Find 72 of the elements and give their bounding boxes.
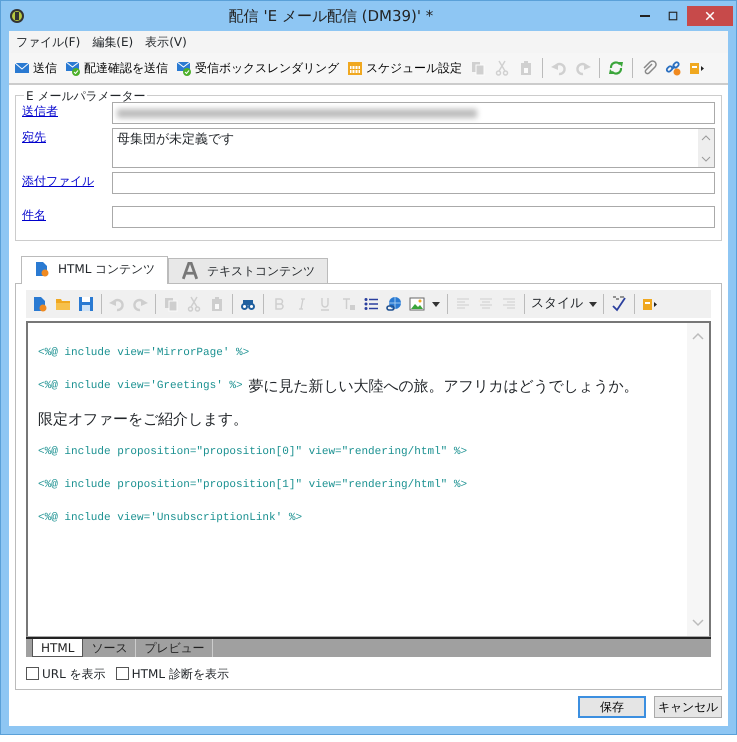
paste-icon bbox=[518, 60, 534, 76]
checkbox[interactable] bbox=[116, 667, 129, 680]
toolbar-button[interactable]: スケジュール設定 bbox=[344, 57, 465, 79]
menu-item[interactable]: 編集(E) bbox=[87, 33, 138, 51]
cut-icon bbox=[186, 296, 202, 312]
checkbox-label[interactable]: URL を表示 bbox=[26, 665, 106, 683]
menu-item[interactable]: ファイル(F) bbox=[11, 33, 86, 51]
calendar-icon bbox=[347, 60, 363, 76]
refresh-icon bbox=[608, 60, 624, 76]
minimize-icon bbox=[640, 15, 650, 17]
field-label-link[interactable]: 宛先 bbox=[22, 128, 102, 168]
image-icon bbox=[409, 296, 425, 312]
checkbox-label[interactable]: HTML 診断を表示 bbox=[116, 665, 229, 683]
overflow-icon bbox=[689, 60, 705, 76]
letter-icon bbox=[181, 262, 200, 280]
maximize-icon bbox=[667, 10, 679, 22]
code-line: <%@ include view='MirrorPage' %> bbox=[38, 346, 250, 362]
caret-icon bbox=[432, 302, 440, 306]
field-label-link[interactable]: 添付ファイル bbox=[22, 172, 102, 194]
input-field[interactable] bbox=[112, 102, 715, 124]
new-document-icon bbox=[32, 296, 48, 312]
paste-icon bbox=[209, 296, 225, 312]
copy-icon bbox=[470, 60, 486, 76]
tab[interactable]: プレビュー bbox=[136, 639, 214, 657]
body-text: 限定オファーをご紹介します。 bbox=[38, 409, 248, 430]
toolbar-button[interactable]: 受信ボックスレンダリング bbox=[173, 57, 342, 79]
input-field[interactable] bbox=[112, 172, 715, 194]
app-logo-icon bbox=[9, 8, 25, 24]
copy-icon bbox=[163, 296, 179, 312]
link-icon bbox=[665, 60, 681, 76]
paperclip-icon bbox=[641, 60, 657, 76]
tab[interactable]: HTML bbox=[32, 639, 84, 657]
folder-icon bbox=[55, 296, 71, 312]
html-document-icon bbox=[34, 261, 50, 277]
field-label-link[interactable]: 件名 bbox=[22, 206, 102, 228]
overflow-icon bbox=[642, 296, 658, 312]
mail-icon bbox=[14, 60, 30, 76]
toolbar-button[interactable]: 送信 bbox=[11, 57, 60, 79]
globe-link-icon bbox=[386, 296, 402, 312]
toolbar-button[interactable]: 配達確認を送信 bbox=[62, 57, 171, 79]
redo-icon bbox=[575, 60, 591, 76]
field-label-link[interactable]: 送信者 bbox=[22, 102, 102, 124]
checkbox[interactable] bbox=[26, 667, 39, 680]
tab[interactable]: テキストコンテンツ bbox=[168, 258, 328, 283]
undo-icon bbox=[551, 60, 567, 76]
mail-check-icon bbox=[176, 60, 192, 76]
style-dropdown[interactable]: スタイル bbox=[529, 294, 599, 314]
code-line: <%@ include view='Greetings' %> bbox=[38, 379, 243, 394]
body-text: 夢に見た新しい大陸への旅。アフリカはどうでしょうか。 bbox=[248, 376, 639, 398]
dialog-button[interactable]: キャンセル bbox=[654, 696, 722, 718]
redo-icon bbox=[132, 296, 148, 312]
input-field[interactable]: 母集団が未定義です bbox=[112, 128, 715, 168]
dialog-button[interactable]: 保存 bbox=[578, 696, 646, 718]
toolbar-icon-button[interactable] bbox=[429, 300, 443, 308]
close-button[interactable] bbox=[687, 6, 733, 26]
close-icon bbox=[704, 10, 716, 22]
mail-check-icon bbox=[65, 60, 81, 76]
save-icon bbox=[78, 296, 94, 312]
window-title: 配信 'E メール配信 (DM39)' * bbox=[228, 6, 434, 27]
input-field[interactable] bbox=[112, 206, 715, 228]
bullet-list-icon bbox=[363, 296, 379, 312]
undo-icon bbox=[109, 296, 125, 312]
spellcheck-icon bbox=[611, 296, 627, 312]
caret-icon bbox=[589, 302, 597, 306]
code-line: <%@ include view='UnsubscriptionLink' %> bbox=[38, 511, 302, 526]
tab[interactable]: HTML コンテンツ bbox=[21, 256, 168, 284]
code-line: <%@ include proposition="proposition[1]" view="rendering/html" %> bbox=[38, 478, 468, 494]
cut-icon bbox=[494, 60, 510, 76]
code-line: <%@ include proposition="proposition[0]" view="rendering/html" %> bbox=[38, 445, 468, 460]
tab[interactable]: ソース bbox=[83, 639, 136, 657]
clear-format-icon bbox=[340, 296, 356, 312]
menu-item[interactable]: 表示(V) bbox=[140, 33, 192, 51]
